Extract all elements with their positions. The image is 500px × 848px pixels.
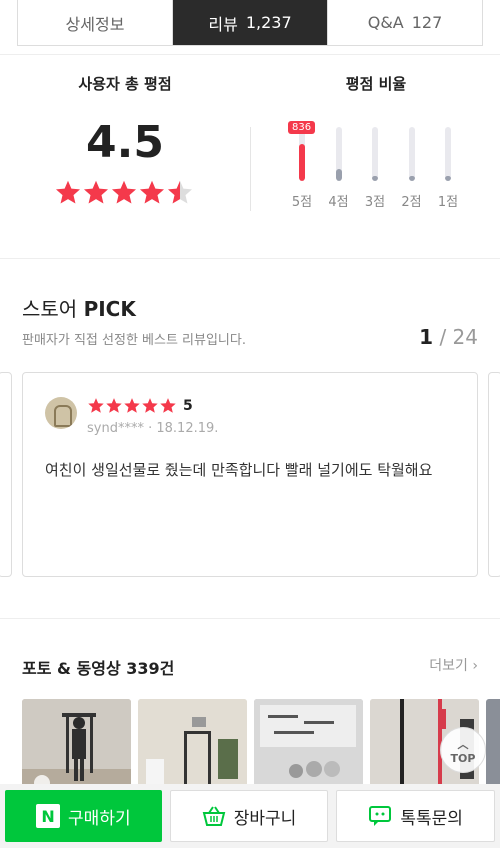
store-pick-section: 스토어 PICK 판매자가 직접 선정한 베스트 리뷰입니다. 1 / 24 5… [0,258,500,618]
tab-detail-label: 상세정보 [65,14,125,34]
talk-inquiry-label: 톡톡문의 [400,808,463,829]
star-icon [166,179,194,207]
rating-bar-track [335,127,342,181]
photo-thumbnail[interactable] [254,699,363,791]
more-link-label: 더보기 [429,658,468,674]
store-pick-title-bold: PICK [83,297,136,321]
rating-bar-fill [299,144,305,181]
rating-bar-label: 3점 [364,195,386,210]
star-icon [105,397,123,415]
talk-inquiry-button[interactable]: 톡톡문의 [336,790,496,842]
review-card-next[interactable] [488,372,500,577]
rating-ratio: 평점 비율 836 5점 4점 3점 2점 1점 [268,55,500,259]
star-icon [87,397,105,415]
rating-ratio-title: 평점 비율 [345,75,407,93]
tab-qna[interactable]: Q&A 127 [327,0,482,45]
total-rating-score: 4.5 [86,117,164,168]
total-rating-title: 사용자 총 평점 [78,75,172,93]
photo-thumbnail[interactable] [22,699,131,791]
star-icon [123,397,141,415]
review-meta-separator: · [143,421,157,436]
photo-person-drying-rack [22,699,131,791]
star-icon [141,397,159,415]
star-icon [54,179,82,207]
cart-button[interactable]: 장바구니 [169,790,329,842]
tab-qna-label: Q&A [367,13,404,32]
review-user: synd**** [87,421,144,436]
buy-button-label: 구매하기 [68,808,131,829]
store-pick-subtitle: 판매자가 직접 선정한 베스트 리뷰입니다. [22,333,246,348]
bottom-action-bar: N 구매하기 장바구니 톡톡문의 [0,784,500,848]
rating-bar-3: 3점 [359,125,396,253]
total-rating: 사용자 총 평점 4.5 [0,55,250,259]
scroll-top-label: TOP [450,751,476,765]
avatar [45,397,77,429]
tab-review-count: 1,237 [245,13,292,32]
rating-bar-label: 5점 [291,195,313,210]
rating-bar-fill [408,176,415,181]
rating-ratio-bars: 836 5점 4점 3점 2점 1점 [286,121,469,253]
review-text: 여친이 생일선물로 줬는데 만족합니다 빨래 널기에도 탁월해요 [45,461,433,479]
tab-qna-count: 127 [411,13,443,32]
photo-parts [254,699,363,791]
total-rating-stars [54,179,194,207]
basket-icon [202,805,226,827]
rating-summary: 사용자 총 평점 4.5 평점 비율 836 5점 4점 3점 2점 1점 [0,54,500,258]
star-icon [110,179,138,207]
chevron-up-icon: ︿ [457,737,469,751]
scroll-top-button[interactable]: ︿ TOP [440,727,486,773]
review-card-prev[interactable] [0,372,12,577]
star-icon [138,179,166,207]
tab-detail[interactable]: 상세정보 [18,0,172,45]
rating-bar-4: 4점 [323,125,360,253]
photo-thumbnail[interactable] [138,699,247,791]
review-score: 5 [183,398,193,414]
store-pick-title: 스토어 PICK [22,293,136,322]
chat-bubble-icon [368,805,392,827]
review-meta: synd**** · 18.12.19. [87,421,218,436]
photo-video-title: 포토 & 동영상 339건 [22,659,175,678]
store-pick-page-current: 1 [419,325,434,349]
rating-bar-track [372,127,378,181]
review-tabs: 상세정보 리뷰 1,237 Q&A 127 [17,0,483,46]
rating-bar-fill [445,176,451,181]
review-date: 18.12.19. [156,421,219,436]
rating-bar-fill [372,176,378,181]
store-pick-pagination: 1 / 24 [419,325,478,349]
rating-bar-label: 4점 [328,195,349,210]
rating-bar-5: 836 5점 [286,121,323,253]
review-rating: 5 [87,397,193,415]
naver-n-icon: N [36,804,61,828]
store-pick-title-prefix: 스토어 [22,297,84,321]
rating-bar-label: 2점 [401,195,422,210]
rating-bar-fill [335,169,342,181]
photo-thumbnail[interactable] [486,699,500,791]
photo-video-section: 포토 & 동영상 339건 더보기 › ︿ TOP [0,618,500,791]
chevron-right-icon: › [472,658,478,674]
rating-bar-1: 1점 [432,125,469,253]
star-icon [159,397,177,415]
rating-bar-label: 1점 [437,195,459,210]
tab-review-label: 리뷰 [208,14,238,34]
more-link[interactable]: 더보기 › [429,655,478,675]
rating-bar-2: 2점 [396,125,433,253]
rating-divider [250,127,251,211]
rating-bar-count-badge: 836 [288,121,316,134]
photo-rack-room [138,699,247,791]
rating-bar-track [408,127,415,181]
buy-button[interactable]: N 구매하기 [5,790,162,842]
review-stars [87,397,177,415]
rating-bar-track [299,127,305,181]
store-pick-page-separator: / [433,325,453,349]
rating-bar-track [445,127,451,181]
star-icon [82,179,110,207]
tab-review[interactable]: 리뷰 1,237 [172,0,327,45]
cart-button-label: 장바구니 [233,808,297,829]
photo-thumbnails [22,699,500,791]
store-pick-page-total: 24 [452,325,478,349]
review-card[interactable]: 5 synd**** · 18.12.19. 여친이 생일선물로 줬는데 만족합… [22,372,478,577]
